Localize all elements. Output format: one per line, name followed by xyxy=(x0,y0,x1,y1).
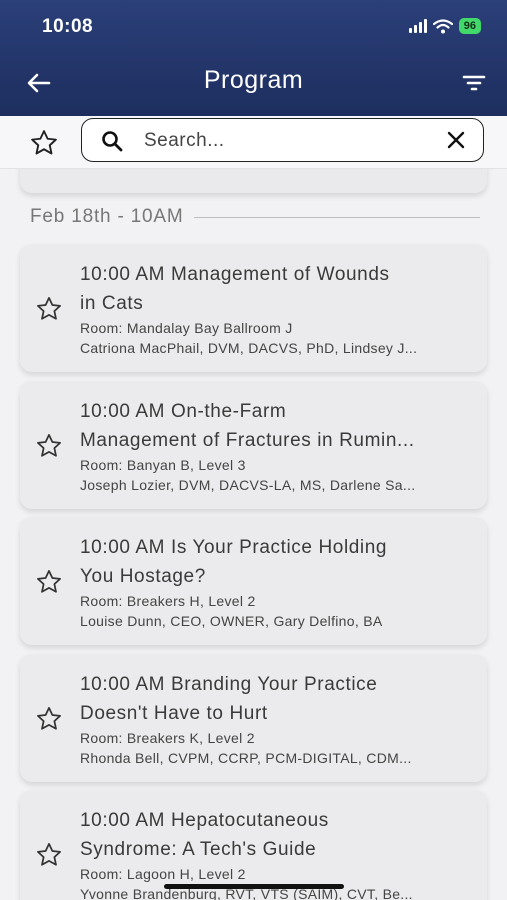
session-title-line-1: 10:00 AM Is Your Practice Holding xyxy=(80,537,388,558)
session-title-line-2: Doesn't Have to Hurt xyxy=(80,703,268,724)
page-title: Program xyxy=(203,66,304,94)
session-speakers: Catriona MacPhail, DVM, DACVS, PhD, Lind… xyxy=(80,340,418,356)
star-outline-icon xyxy=(37,843,61,866)
session-title: 10:00 AM Hepatocutaneous Syndrome: A Tec… xyxy=(80,806,478,864)
session-title-line-1: 10:00 AM Branding Your Practice xyxy=(80,674,378,695)
session-speakers: Rhonda Bell, CVPM, CCRP, PCM-DIGITAL, CD… xyxy=(80,750,412,766)
home-indicator[interactable] xyxy=(164,884,344,889)
section-header: Feb 18th - 10AM xyxy=(30,206,480,228)
star-outline-icon xyxy=(31,130,57,155)
session-card[interactable]: 10:00 AM On-the-Farm Management of Fract… xyxy=(20,381,487,509)
search-field[interactable] xyxy=(81,118,484,162)
session-room: Room: Banyan B, Level 3 xyxy=(80,457,246,473)
session-title: 10:00 AM On-the-Farm Management of Fract… xyxy=(80,397,478,455)
search-bar xyxy=(0,116,507,169)
star-outline-icon xyxy=(37,434,61,457)
session-room: Room: Breakers H, Level 2 xyxy=(80,593,256,609)
session-title-line-2: Syndrome: A Tech's Guide xyxy=(80,839,317,860)
search-icon xyxy=(102,131,123,152)
star-outline-icon xyxy=(37,570,61,593)
session-title-line-2: You Hostage? xyxy=(80,566,206,587)
session-card[interactable]: 10:00 AM Management of Wounds in Cats Ro… xyxy=(20,244,487,372)
session-room: Room: Lagoon H, Level 2 xyxy=(80,866,246,882)
session-speakers: Joseph Lozier, DVM, DACVS-LA, MS, Darlen… xyxy=(80,477,416,493)
close-icon xyxy=(447,131,465,149)
search-input[interactable] xyxy=(142,125,436,157)
session-title-line-2: in Cats xyxy=(80,293,144,314)
session-title-line-2: Management of Fractures in Rumin... xyxy=(80,430,415,451)
session-title: 10:00 AM Is Your Practice Holding You Ho… xyxy=(80,533,478,591)
signal-icon xyxy=(408,19,427,33)
star-outline-icon xyxy=(37,707,61,730)
favorite-button[interactable] xyxy=(34,704,64,734)
wifi-icon xyxy=(432,18,453,33)
session-title-line-1: 10:00 AM Management of Wounds xyxy=(80,264,390,285)
session-title-line-1: 10:00 AM Hepatocutaneous xyxy=(80,810,329,831)
app-header: 10:08 96 Program xyxy=(0,0,507,116)
session-title: 10:00 AM Management of Wounds in Cats xyxy=(80,260,478,318)
favorite-button[interactable] xyxy=(34,431,64,461)
session-details: 10:00 AM Branding Your Practice Doesn't … xyxy=(80,670,478,768)
session-title-line-1: 10:00 AM On-the-Farm xyxy=(80,401,287,422)
session-list[interactable]: Feb 18th - 10AM 10:00 AM Management of W… xyxy=(0,169,507,900)
star-outline-icon xyxy=(37,297,61,320)
section-divider xyxy=(193,216,480,218)
favorites-filter-button[interactable] xyxy=(27,126,61,160)
section-label: Feb 18th - 10AM xyxy=(30,206,184,227)
session-speakers: Louise Dunn, CEO, OWNER, Gary Delfino, B… xyxy=(80,613,383,629)
status-time: 10:08 xyxy=(42,16,94,37)
status-icons: 96 xyxy=(408,18,481,34)
session-card[interactable]: 10:00 AM Branding Your Practice Doesn't … xyxy=(20,654,487,782)
favorite-button[interactable] xyxy=(34,840,64,870)
favorite-button[interactable] xyxy=(34,567,64,597)
favorite-button[interactable] xyxy=(34,294,64,324)
session-details: 10:00 AM On-the-Farm Management of Fract… xyxy=(80,397,478,495)
filter-icon xyxy=(462,75,486,91)
session-title: 10:00 AM Branding Your Practice Doesn't … xyxy=(80,670,478,728)
session-card[interactable]: 10:00 AM Is Your Practice Holding You Ho… xyxy=(20,517,487,645)
session-room: Room: Mandalay Bay Ballroom J xyxy=(80,320,293,336)
session-room: Room: Breakers K, Level 2 xyxy=(80,730,255,746)
session-details: 10:00 AM Management of Wounds in Cats Ro… xyxy=(80,260,478,358)
battery-indicator: 96 xyxy=(458,18,481,34)
session-card-previous[interactable] xyxy=(20,169,487,193)
filter-button[interactable] xyxy=(459,68,489,98)
session-details: 10:00 AM Is Your Practice Holding You Ho… xyxy=(80,533,478,631)
clear-search-button[interactable] xyxy=(445,129,467,151)
